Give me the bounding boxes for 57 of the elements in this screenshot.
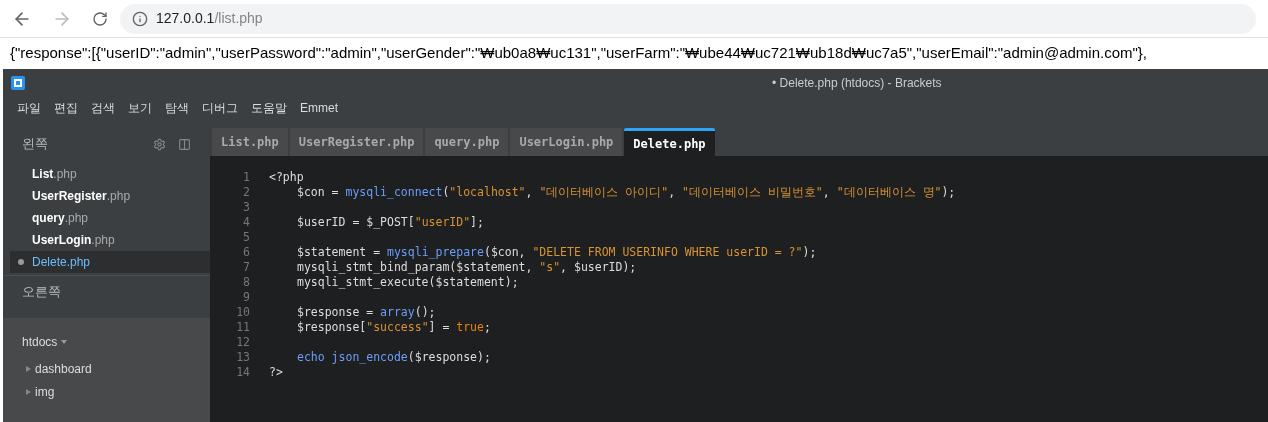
line-number: 10 — [235, 303, 250, 321]
menu-item[interactable]: 검색 — [91, 99, 115, 117]
code-line: $response = array(); — [296, 303, 436, 321]
menu-item[interactable]: 도움말 — [251, 99, 287, 117]
editor-tab[interactable]: List.php — [212, 128, 288, 156]
settings-icon[interactable] — [153, 137, 166, 151]
line-number: 2 — [242, 183, 250, 201]
line-number: 13 — [235, 348, 250, 366]
code-line: $statement = mysqli_prepare($con, "DELETE FROM USERINFO WHERE userID = ?"); — [296, 243, 817, 261]
code-line: <?php — [269, 168, 304, 186]
line-number: 11 — [235, 318, 250, 336]
editor-tab[interactable]: UserLogin.php — [510, 128, 623, 156]
menu-item[interactable]: 탐색 — [165, 99, 189, 117]
editor-tab[interactable]: UserRegister.php — [289, 128, 424, 156]
project-name[interactable]: htdocs — [22, 333, 58, 351]
folder-item[interactable]: dashboard — [3, 357, 210, 380]
editor-tab[interactable]: Delete.php — [624, 128, 715, 156]
line-number: 14 — [235, 363, 250, 381]
line-number: 7 — [242, 258, 250, 276]
line-number: 4 — [242, 213, 250, 231]
line-number: 9 — [242, 288, 250, 306]
code-line: ?> — [269, 363, 283, 381]
code-line: $response["success"] = true; — [296, 319, 491, 336]
menu-item[interactable]: 보기 — [128, 99, 152, 117]
folder-item[interactable]: img — [3, 380, 210, 403]
code-line: mysqli_stmt_execute($statement); — [296, 274, 519, 291]
code-line: $userID = $_POST["userID"]; — [296, 213, 484, 231]
working-files-heading: 왼쪽 — [22, 135, 48, 154]
dropdown-icon — [61, 340, 68, 344]
url-text: 127.0.0.1/list.php — [156, 9, 263, 28]
editor-tab[interactable]: query.php — [425, 128, 509, 156]
reload-icon[interactable] — [92, 10, 108, 27]
right-pane-heading: 오른쪽 — [22, 282, 61, 301]
file-item[interactable]: List.php — [10, 163, 210, 185]
file-item[interactable]: Delete.php — [10, 251, 210, 273]
line-number: 12 — [235, 333, 250, 351]
file-item[interactable]: query.php — [10, 207, 210, 229]
line-number: 5 — [242, 228, 250, 246]
json-response-text: {"response":[{"userID":"admin","userPassword":"admin","userGender":"₩ub0a8₩uc131","userFarm":"₩ube44₩uc721₩ub18d₩uc7a5","userEmail":"admin@admin.com"}, — [10, 43, 1148, 64]
window-title: • Delete.php (htdocs) - Brackets — [772, 74, 942, 92]
info-icon[interactable] — [132, 10, 148, 27]
menu-item[interactable]: 편집 — [54, 99, 78, 117]
file-item[interactable]: UserLogin.php — [10, 229, 210, 251]
line-number: 3 — [242, 198, 250, 216]
menu-item[interactable]: Emmet — [300, 99, 338, 117]
code-line: mysqli_stmt_bind_param($statement, "s", $userID); — [296, 259, 637, 276]
code-line: $con = mysqli_connect("localhost", "데이터베이스 아이디", "데이터베이스 비밀번호", "데이터베이스 명"); — [296, 184, 956, 201]
address-bar[interactable]: 127.0.0.1/list.php — [120, 3, 1256, 34]
menu-item[interactable]: 파일 — [17, 99, 41, 117]
code-line: echo json_encode($response); — [296, 348, 491, 366]
split-view-icon[interactable] — [178, 137, 191, 151]
app-logo-icon — [11, 75, 25, 90]
line-number: 8 — [242, 273, 250, 291]
file-item[interactable]: UserRegister.php — [10, 185, 210, 207]
menu-item[interactable]: 디버그 — [202, 99, 238, 117]
line-number: 6 — [242, 243, 250, 261]
line-number: 1 — [242, 168, 250, 186]
